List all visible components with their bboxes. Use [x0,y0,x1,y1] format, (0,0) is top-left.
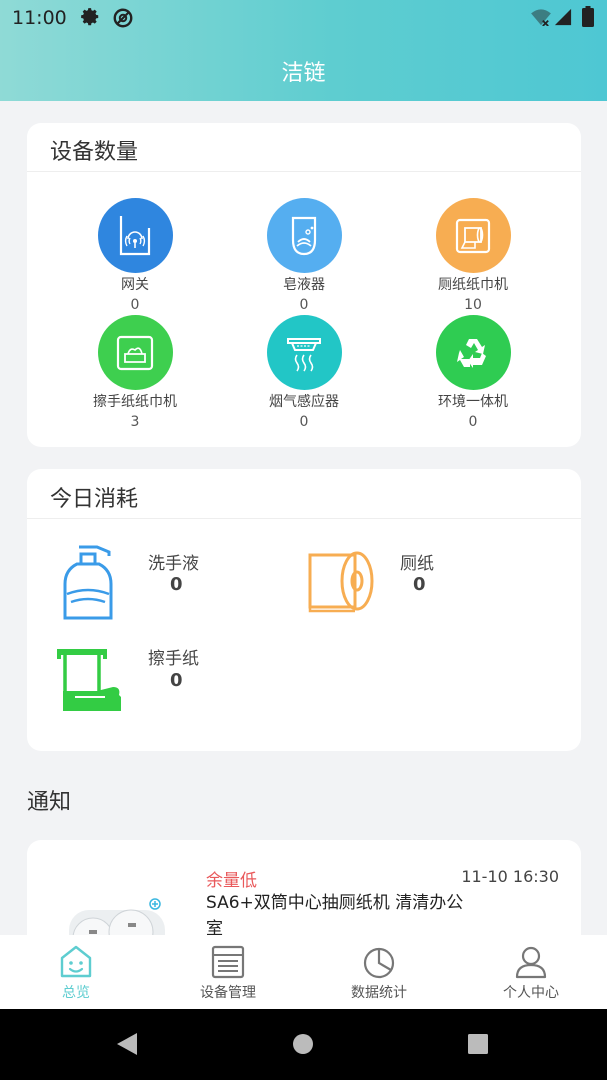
app-header: 11:00 洁链 [0,0,607,101]
consumption-label: 厕纸 [400,554,434,574]
device-management-icon [211,945,245,979]
device-soap-dispenser[interactable]: 皂液器 0 [214,198,394,315]
consumption-toilet-paper [307,549,375,617]
device-count-card: 设备数量 网关 0 皂液器 0 厕纸纸巾机 10 擦手纸纸巾机 3 烟气感应器 [27,123,581,447]
device-count: 0 [299,297,309,313]
device-count: 0 [299,414,309,430]
consumption-value: 0 [170,670,183,691]
signal-status-icon [554,8,572,30]
notice-title: 通知 [27,790,72,815]
tab-overview[interactable]: 总览 [16,935,136,1009]
smoke-sensor-icon [266,315,342,390]
device-name: 擦手纸纸巾机 [93,394,177,410]
tab-label: 设备管理 [200,985,256,1001]
consumption-label: 洗手液 [148,554,199,574]
toilet-paper-machine-icon [435,198,511,273]
profile-icon [515,946,547,979]
overview-icon [60,945,92,978]
consumption-card: 今日消耗 洗手液 0 厕纸 0 擦手纸 0 [27,469,581,751]
device-gateway[interactable]: 网关 0 [45,198,225,315]
tab-label: 个人中心 [503,985,559,1001]
back-icon[interactable] [115,1031,139,1057]
home-icon[interactable] [292,1033,314,1055]
consumption-label: 擦手纸 [148,649,199,669]
system-navigation-bar [0,1009,607,1080]
device-environment-unit[interactable]: 环境一体机 0 [383,315,563,432]
device-count: 3 [130,414,140,430]
device-toilet-paper-machine[interactable]: 厕纸纸巾机 10 [383,198,563,315]
device-count-title: 设备数量 [50,140,139,165]
device-name: 厕纸纸巾机 [438,277,508,293]
consumption-value: 0 [413,574,426,595]
device-count: 0 [468,414,478,430]
device-name: 环境一体机 [438,394,508,410]
consumption-title: 今日消耗 [50,487,139,512]
tissue-box-icon [97,315,173,390]
tab-statistics[interactable]: 数据统计 [319,935,439,1009]
statistics-icon [363,947,395,979]
app-title: 洁链 [281,61,326,86]
status-time: 11:00 [12,7,67,29]
hand-soap-icon [63,545,113,620]
consumption-hand-soap [57,544,119,626]
wifi-status-icon [530,8,552,30]
device-count: 0 [130,297,140,313]
notice-status: 余量低 [206,871,257,891]
consumption-hand-towel [55,645,125,721]
tab-label: 总览 [62,985,90,1001]
tab-profile[interactable]: 个人中心 [471,935,591,1009]
settings-status-icon [80,7,101,32]
battery-status-icon [582,6,594,31]
bottom-tabbar: 总览 设备管理 数据统计 个人中心 [0,935,607,1009]
device-count: 10 [464,297,482,313]
gateway-icon [97,198,173,273]
toilet-roll-icon [308,551,374,613]
card-divider [27,518,581,519]
device-name: 皂液器 [283,277,325,293]
device-name: 网关 [121,277,149,293]
hand-towel-icon [57,649,121,711]
status-bar: 11:00 [0,0,607,36]
card-divider [27,171,581,172]
tab-device-management[interactable]: 设备管理 [168,935,288,1009]
device-smoke-sensor[interactable]: 烟气感应器 0 [214,315,394,432]
soap-dispenser-icon [266,198,342,273]
no-disturb-status-icon [112,7,134,33]
consumption-value: 0 [170,574,183,595]
recents-icon[interactable] [468,1034,488,1054]
device-tissue-box[interactable]: 擦手纸纸巾机 3 [45,315,225,432]
tab-label: 数据统计 [351,985,407,1001]
device-name: 烟气感应器 [269,394,339,410]
recycle-icon [435,315,511,390]
notice-time: 11-10 16:30 [461,867,559,886]
